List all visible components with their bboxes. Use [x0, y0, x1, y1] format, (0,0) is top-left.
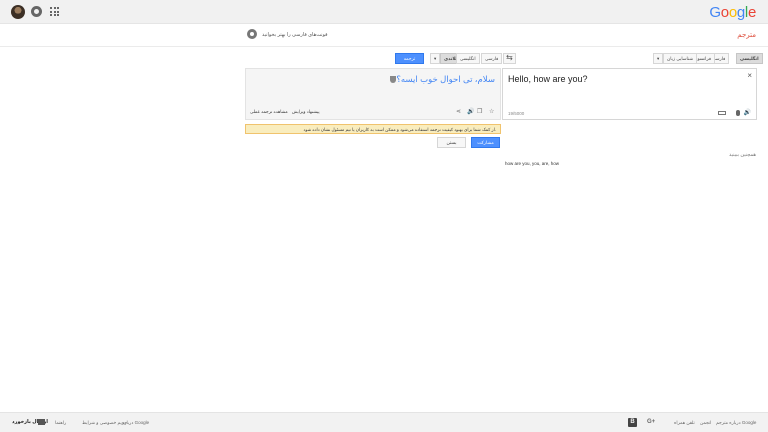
see-also-heading: همچنین ببینید — [728, 152, 756, 158]
notice-text[interactable]: فونت‌های فارسی را بهتر بخوانید — [262, 32, 327, 38]
target-lang-persian[interactable]: فارسی — [481, 53, 503, 64]
source-lang-dropdown[interactable]: ▾ — [653, 53, 664, 64]
blogger-icon[interactable]: B — [628, 418, 637, 427]
avatar[interactable] — [11, 5, 25, 19]
share-icon[interactable]: ⋖ — [456, 108, 461, 115]
target-lang-english[interactable]: انگلیسی — [456, 53, 480, 64]
translate-button[interactable]: ترجمه — [395, 53, 424, 64]
source-text[interactable]: Hello, how are you? — [508, 74, 588, 84]
close-button[interactable]: بستن — [437, 137, 466, 148]
info-icon — [247, 29, 257, 39]
copy-icon[interactable]: ❐ — [477, 108, 482, 115]
top-bar: Google — [0, 0, 768, 24]
translation-output: سلام، تی احوال خوب ایسه؟ ☆ ❐ 🔊 ⋖ پیشنهاد… — [245, 68, 501, 120]
speaker-icon[interactable]: 🔊 — [744, 109, 751, 116]
speaker-icon[interactable]: 🔊 — [467, 108, 474, 115]
contribute-button[interactable]: مشارکت — [471, 137, 500, 148]
page-title[interactable]: مترجم — [737, 31, 756, 39]
char-count: 19/5000 — [508, 111, 525, 116]
translation-toolbar: ☆ ❐ 🔊 ⋖ پیشنهاد ویرایش مشاهده ترجمه عملی — [246, 108, 500, 116]
clear-icon[interactable]: × — [747, 71, 752, 80]
edit-suggestion-link[interactable]: پیشنهاد ویرایش — [292, 109, 320, 115]
target-lang-dropdown[interactable]: ▾ — [430, 53, 441, 64]
view-translation-link[interactable]: مشاهده ترجمه عملی — [250, 109, 288, 115]
footer-link-help[interactable]: راهنما — [55, 420, 66, 426]
notifications-icon[interactable] — [31, 6, 42, 17]
translation-text: سلام، تی احوال خوب ایسه؟ — [388, 74, 495, 85]
google-plus-icon[interactable]: G+ — [647, 419, 655, 425]
footer-link-about-translate[interactable]: درباره مترجم Google — [716, 420, 756, 426]
source-lang-detect[interactable]: شناسایی زبان — [663, 53, 697, 64]
contribution-notice: از کمک شما برای بهبود کیفیت ترجمه استفاد… — [245, 124, 501, 134]
keyboard-icon[interactable] — [718, 111, 726, 115]
microphone-icon[interactable] — [736, 110, 740, 116]
contribution-text: از کمک شما برای بهبود کیفیت ترجمه استفاد… — [303, 127, 496, 132]
footer-link-privacy[interactable]: حریم خصوصی و شرایط — [82, 420, 127, 426]
footer-link-mobile[interactable]: تلفن همراه — [674, 420, 695, 426]
footer: ارسال بازخورد درباره Google حریم خصوصی و… — [0, 412, 768, 432]
alternative-translations[interactable]: how are you, you, are, how — [505, 161, 559, 166]
apps-grid-icon[interactable] — [50, 7, 59, 16]
sub-header: مترجم فونت‌های فارسی را بهتر بخوانید — [0, 24, 768, 47]
feedback-icon[interactable] — [38, 419, 45, 425]
footer-link-community[interactable]: انجمن — [700, 420, 711, 426]
google-logo[interactable]: Google — [709, 4, 756, 21]
source-textarea[interactable]: Hello, how are you? × 19/5000 🔊 — [502, 68, 757, 120]
star-icon[interactable]: ☆ — [489, 108, 494, 115]
swap-languages-button[interactable] — [503, 53, 516, 64]
source-lang-english[interactable]: انگلیسی — [736, 53, 763, 64]
